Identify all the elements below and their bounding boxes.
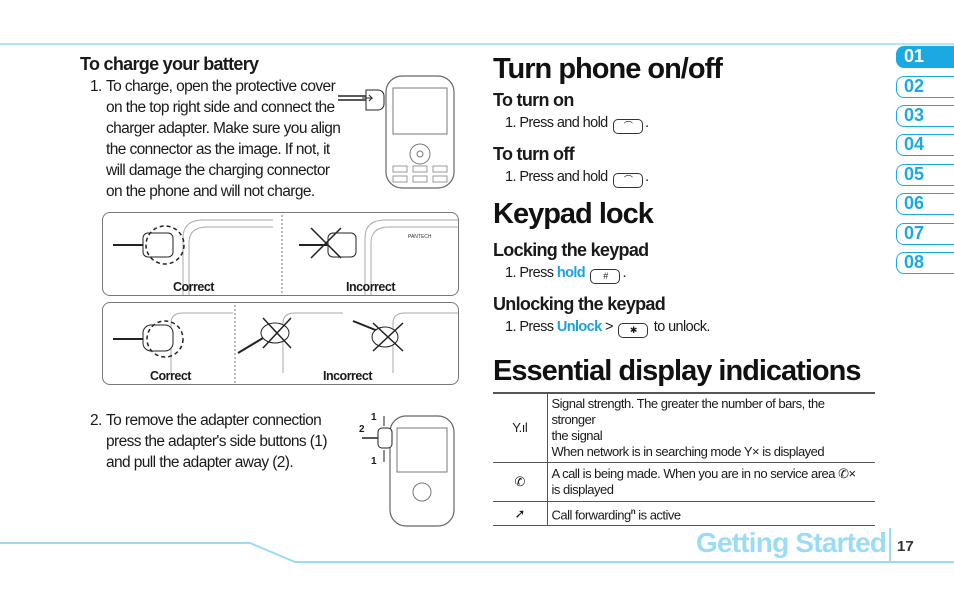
- tab-04[interactable]: 04: [896, 134, 954, 156]
- turn-on-item: 1. Press and hold ⌒.: [505, 115, 649, 134]
- arrow-text: >: [605, 319, 613, 335]
- unlock-softkey-label: Unlock: [556, 319, 602, 335]
- table-row: Y.ıl Signal strength. The greater the nu…: [493, 393, 875, 463]
- text-line: press the adapter's side buttons (1): [106, 433, 327, 450]
- label-1-bottom: 1: [371, 456, 377, 467]
- unlocking-item: 1. Press Unlock > ✱ to unlock.: [505, 319, 710, 338]
- display-indications-title: Essential display indications: [493, 355, 861, 387]
- turn-on-heading: To turn on: [493, 90, 574, 110]
- phone-remove-adapter-illustration: [362, 415, 455, 527]
- locking-heading: Locking the keypad: [493, 240, 649, 260]
- tab-06[interactable]: 06: [896, 193, 954, 215]
- text-line: When network is in searching mode: [551, 444, 742, 459]
- connector-illustration: PANTECH: [113, 215, 458, 295]
- figure-alignment-bottom: Correct Incorrect: [102, 302, 459, 385]
- keypad-lock-title: Keypad lock: [493, 198, 654, 230]
- no-signal-icon: Y×: [743, 444, 760, 459]
- call-forwarding-icon: ➚: [493, 501, 548, 527]
- turn-off-heading: To turn off: [493, 144, 575, 164]
- row-description: Signal strength. The greater the number …: [547, 393, 875, 463]
- text-line: charger adapter. Make sure you align: [106, 120, 341, 137]
- tab-01[interactable]: 01: [896, 46, 954, 68]
- turn-off-item: 1. Press and hold ⌒.: [505, 169, 649, 188]
- text-line: will damage the charging connector: [106, 162, 330, 179]
- hold-softkey-label: hold: [556, 265, 586, 281]
- figure-alignment-top: PANTECH Correct Incorrect: [102, 212, 459, 296]
- section-title: Getting Started: [696, 527, 887, 558]
- item-text: 1. Press: [505, 319, 554, 335]
- phone-charging-illustration: [338, 75, 455, 189]
- step2-text: To remove the adapter connection press t…: [106, 410, 327, 473]
- brand-label: PANTECH: [408, 234, 432, 240]
- text-line: To charge, open the protective cover: [106, 78, 336, 95]
- tab-05[interactable]: 05: [896, 164, 954, 186]
- call-icon: ✆: [493, 462, 548, 502]
- tab-08[interactable]: 08: [896, 252, 954, 274]
- table-row: ✆ A call is being made. When you are in …: [493, 462, 875, 502]
- label-2: 2: [359, 424, 365, 435]
- tab-07[interactable]: 07: [896, 223, 954, 245]
- text-line: To remove the adapter connection: [106, 412, 322, 429]
- label-1-top: 1: [371, 412, 377, 423]
- pound-key-icon: #: [590, 269, 621, 284]
- charge-heading: To charge your battery: [80, 54, 259, 74]
- correct-caption: Correct: [150, 369, 191, 383]
- text-line: on the phone and will not charge.: [106, 183, 315, 200]
- text-line: and pull the adapter away (2).: [106, 454, 294, 471]
- incorrect-caption: Incorrect: [346, 280, 396, 294]
- step1-text: To charge, open the protective cover on …: [106, 76, 341, 202]
- end-power-key-icon: ⌒: [613, 119, 644, 134]
- text-line: the signal: [551, 428, 603, 443]
- text-line: Call forwarding: [551, 507, 632, 523]
- unlocking-heading: Unlocking the keypad: [493, 294, 666, 314]
- text-line: A call is being made. When you are in no…: [551, 466, 836, 481]
- indications-table: Y.ıl Signal strength. The greater the nu…: [493, 392, 875, 527]
- text-line: is displayed: [551, 482, 614, 497]
- turn-phone-title: Turn phone on/off: [493, 53, 723, 85]
- row-description: Call forwardingn is active: [547, 501, 875, 527]
- item-text: 1. Press: [505, 265, 554, 281]
- page-number: 17: [897, 538, 914, 555]
- signal-strength-icon: Y.ıl: [493, 393, 548, 463]
- text-line: Signal strength. The greater the number …: [551, 396, 825, 427]
- star-key-icon: ✱: [618, 323, 649, 338]
- tab-03[interactable]: 03: [896, 105, 954, 127]
- step1-number: 1.: [90, 78, 102, 95]
- locking-item: 1. Press hold #.: [505, 265, 627, 284]
- step2-number: 2.: [90, 412, 102, 429]
- text-line: the connector as the image. If not, it: [106, 141, 330, 158]
- row-description: A call is being made. When you are in no…: [547, 462, 875, 502]
- item-text: 1. Press and hold: [505, 115, 608, 131]
- item-text: to unlock.: [653, 319, 711, 335]
- item-text: 1. Press and hold: [505, 169, 608, 185]
- incorrect-caption: Incorrect: [323, 369, 373, 383]
- end-power-key-icon: ⌒: [613, 173, 644, 188]
- no-service-icon: ✆×: [838, 466, 856, 481]
- text-line: is displayed: [762, 444, 825, 459]
- table-row: ➚ Call forwardingn is active: [493, 501, 875, 527]
- text-line: on the top right side and connect the: [106, 99, 335, 116]
- tab-02[interactable]: 02: [896, 76, 954, 98]
- text-line: is active: [635, 507, 681, 523]
- correct-caption: Correct: [173, 280, 214, 294]
